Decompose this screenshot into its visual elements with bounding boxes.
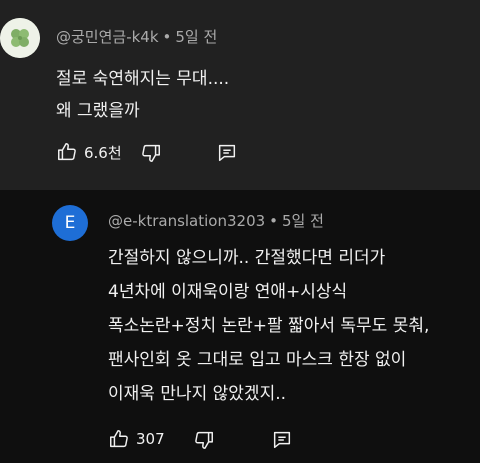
thumbs-up-icon [110, 430, 128, 448]
comment-text-line: 간절하지 않으니까.. 간절했다면 리더가 [108, 248, 386, 268]
comment-meta: @궁민연금-k4k • 5일 전 [56, 26, 217, 47]
dislike-button[interactable] [140, 142, 162, 164]
reply-button[interactable] [271, 429, 293, 451]
comment-text-line: 4년차에 이재욱이랑 연애+시상식 [108, 282, 348, 302]
avatar[interactable]: E [52, 205, 88, 241]
dislike-button[interactable] [193, 429, 215, 451]
thumbs-up-icon [58, 143, 76, 161]
like-count: 307 [136, 430, 165, 448]
author-name[interactable]: @e-ktranslation3203 [108, 212, 265, 230]
like-button[interactable]: 6.6천 [56, 141, 122, 163]
like-button[interactable]: 307 [108, 428, 165, 450]
meta-separator: • [162, 28, 172, 46]
comment-text-line: 이재욱 만나지 않았겠지.. [108, 384, 287, 404]
reply-icon [218, 144, 236, 162]
timestamp[interactable]: 5일 전 [282, 212, 324, 230]
reply-button[interactable] [216, 142, 238, 164]
thumbs-down-icon [142, 144, 160, 162]
comment-text-line: 절로 숙연해지는 무대.... [56, 69, 230, 89]
timestamp[interactable]: 5일 전 [175, 28, 217, 46]
comment-text-line: 폭소논란+정치 논란+팔 짧아서 독무도 못춰, [108, 316, 430, 336]
comment-meta: @e-ktranslation3203 • 5일 전 [108, 210, 324, 231]
author-name[interactable]: @궁민연금-k4k [56, 28, 159, 46]
top-comment: @궁민연금-k4k • 5일 전 절로 숙연해지는 무대.... 왜 그랬을까 6.… [0, 0, 480, 190]
comment-text-line: 팬사인회 옷 그대로 입고 마스크 한장 없이 [108, 350, 407, 370]
avatar-letter: E [64, 213, 76, 233]
comment-text-line: 왜 그랬을까 [56, 101, 140, 121]
like-count: 6.6천 [84, 143, 122, 162]
reply-icon [273, 431, 291, 449]
meta-separator: • [269, 212, 279, 230]
thumbs-down-icon [195, 431, 213, 449]
avatar[interactable] [0, 18, 40, 58]
clover-avatar-icon [0, 18, 40, 58]
